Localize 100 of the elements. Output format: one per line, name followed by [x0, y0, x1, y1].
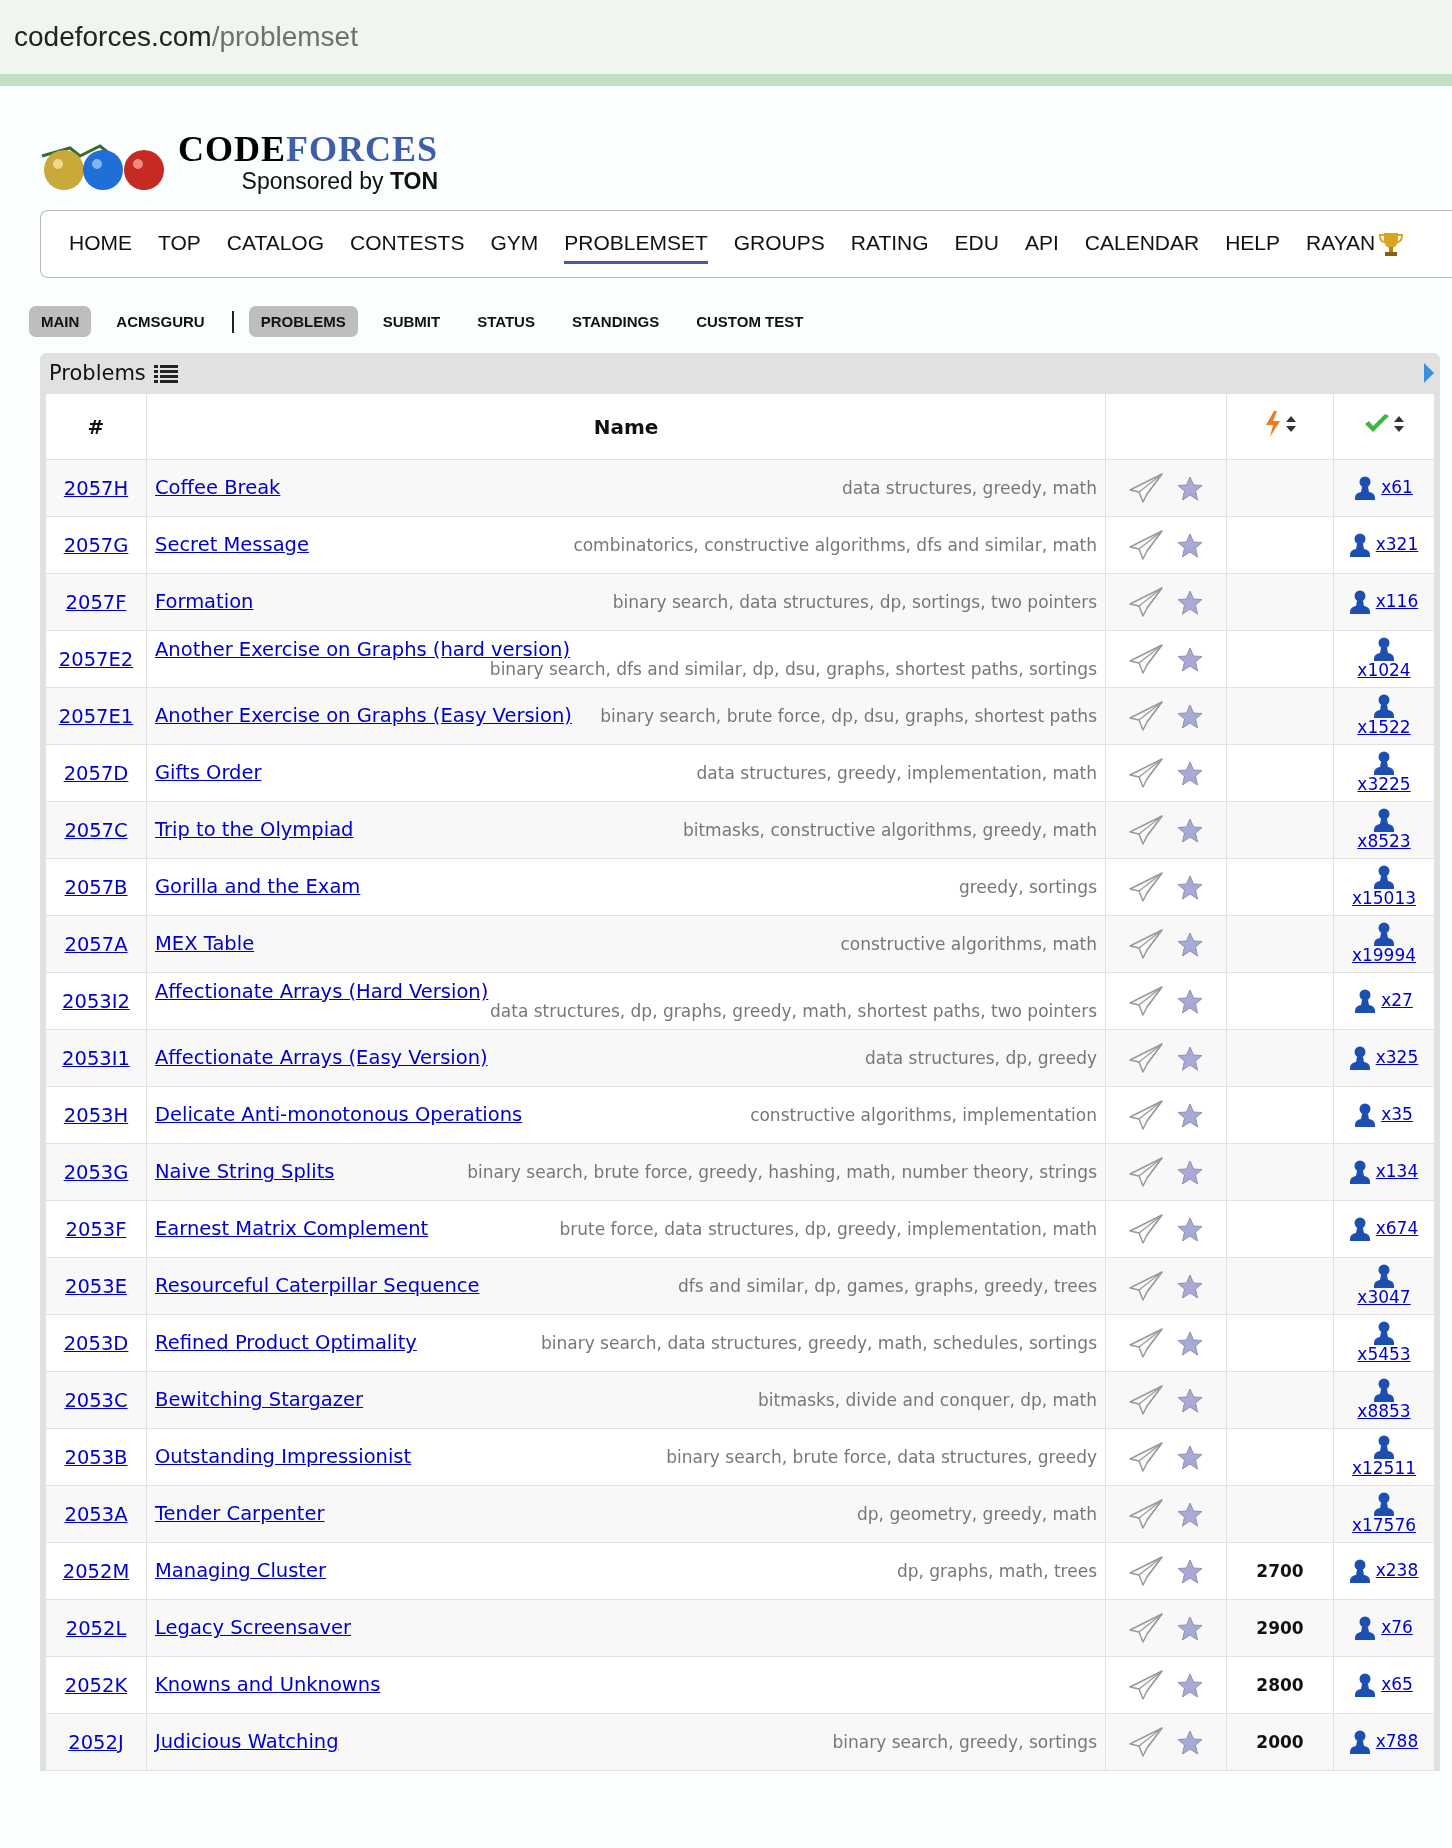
- menu-link[interactable]: GROUPS: [733, 224, 825, 264]
- list-icon[interactable]: [153, 363, 178, 383]
- problem-name-link[interactable]: Delicate Anti-monotonous Operations: [155, 1104, 523, 1126]
- problem-name-link[interactable]: Trip to the Olympiad: [155, 819, 354, 841]
- solved-count-link[interactable]: x325: [1375, 1048, 1419, 1068]
- menu-link[interactable]: HOME: [69, 224, 132, 264]
- problem-name-link[interactable]: Refined Product Optimality: [155, 1332, 417, 1354]
- problem-name-link[interactable]: Outstanding Impressionist: [155, 1446, 412, 1468]
- problem-name-link[interactable]: Secret Message: [155, 534, 309, 556]
- star-icon[interactable]: [1177, 532, 1203, 558]
- star-icon[interactable]: [1177, 1615, 1203, 1641]
- problem-name-link[interactable]: Earnest Matrix Complement: [155, 1218, 429, 1240]
- checkmark-icon[interactable]: [1364, 414, 1390, 434]
- problem-name-link[interactable]: Gorilla and the Exam: [155, 876, 361, 898]
- paper-plane-icon[interactable]: [1129, 1328, 1163, 1358]
- problem-name-link[interactable]: Another Exercise on Graphs (Easy Version): [155, 705, 572, 727]
- problem-name-link[interactable]: Gifts Order: [155, 762, 262, 784]
- solved-count-link[interactable]: x3225: [1357, 775, 1411, 795]
- problem-name-link[interactable]: Bewitching Stargazer: [155, 1389, 364, 1411]
- paper-plane-icon[interactable]: [1129, 1670, 1163, 1700]
- paper-plane-icon[interactable]: [1129, 587, 1163, 617]
- paper-plane-icon[interactable]: [1129, 701, 1163, 731]
- solved-count-link[interactable]: x788: [1375, 1732, 1419, 1752]
- paper-plane-icon[interactable]: [1129, 473, 1163, 503]
- star-icon[interactable]: [1177, 1672, 1203, 1698]
- problem-name-link[interactable]: Affectionate Arrays (Hard Version): [155, 980, 489, 1003]
- star-icon[interactable]: [1177, 817, 1203, 843]
- paper-plane-icon[interactable]: [1129, 1727, 1163, 1757]
- paper-plane-icon[interactable]: [1129, 1214, 1163, 1244]
- star-icon[interactable]: [1177, 760, 1203, 786]
- solved-count-link[interactable]: x3047: [1357, 1288, 1411, 1308]
- star-icon[interactable]: [1177, 703, 1203, 729]
- menu-link[interactable]: CALENDAR: [1084, 224, 1200, 264]
- solved-count-link[interactable]: x76: [1381, 1618, 1413, 1638]
- star-icon[interactable]: [1177, 1102, 1203, 1128]
- submenu-link[interactable]: MAIN: [29, 306, 92, 337]
- problem-name-link[interactable]: Managing Cluster: [155, 1560, 327, 1582]
- star-icon[interactable]: [1177, 1387, 1203, 1413]
- star-icon[interactable]: [1177, 1444, 1203, 1470]
- paper-plane-icon[interactable]: [1129, 1442, 1163, 1472]
- solved-count-link[interactable]: x238: [1375, 1561, 1419, 1581]
- solved-count-link[interactable]: x27: [1381, 991, 1413, 1011]
- paper-plane-icon[interactable]: [1129, 1613, 1163, 1643]
- star-icon[interactable]: [1177, 1558, 1203, 1584]
- paper-plane-icon[interactable]: [1129, 1100, 1163, 1130]
- problem-name-link[interactable]: Tender Carpenter: [155, 1503, 325, 1525]
- problem-name-link[interactable]: Formation: [155, 591, 254, 613]
- solved-count-link[interactable]: x116: [1375, 592, 1419, 612]
- star-icon[interactable]: [1177, 931, 1203, 957]
- submenu-link[interactable]: CUSTOM TEST: [684, 306, 816, 337]
- paper-plane-icon[interactable]: [1129, 1499, 1163, 1529]
- solved-count-link[interactable]: x674: [1375, 1219, 1419, 1239]
- paper-plane-icon[interactable]: [1129, 1556, 1163, 1586]
- star-icon[interactable]: [1177, 646, 1203, 672]
- star-icon[interactable]: [1177, 1159, 1203, 1185]
- star-icon[interactable]: [1177, 475, 1203, 501]
- solved-count-link[interactable]: x321: [1375, 535, 1419, 555]
- paper-plane-icon[interactable]: [1129, 929, 1163, 959]
- problem-name-link[interactable]: Naive String Splits: [155, 1161, 335, 1183]
- solved-count-link[interactable]: x134: [1375, 1162, 1419, 1182]
- submenu-link[interactable]: STATUS: [465, 306, 547, 337]
- menu-link[interactable]: HELP: [1225, 224, 1280, 264]
- solved-count-link[interactable]: x8853: [1357, 1402, 1411, 1422]
- paper-plane-icon[interactable]: [1129, 1271, 1163, 1301]
- submenu-link[interactable]: ACMSGURU: [104, 306, 217, 337]
- submenu-link[interactable]: SUBMIT: [370, 306, 453, 337]
- menu-link[interactable]: PROBLEMSET: [564, 224, 708, 264]
- paper-plane-icon[interactable]: [1129, 1043, 1163, 1073]
- menu-link[interactable]: RATING: [850, 224, 929, 264]
- star-icon[interactable]: [1177, 1273, 1203, 1299]
- paper-plane-icon[interactable]: [1129, 986, 1163, 1016]
- problem-name-link[interactable]: Resourceful Caterpillar Sequence: [155, 1275, 480, 1297]
- solved-count-link[interactable]: x61: [1381, 478, 1413, 498]
- problem-name-link[interactable]: MEX Table: [155, 933, 255, 955]
- menu-link[interactable]: GYM: [490, 224, 539, 264]
- menu-link[interactable]: CONTESTS: [350, 224, 465, 264]
- star-icon[interactable]: [1177, 1729, 1203, 1755]
- paper-plane-icon[interactable]: [1129, 758, 1163, 788]
- address-bar[interactable]: codeforces.com/problemset: [0, 0, 1452, 74]
- solved-count-link[interactable]: x1024: [1357, 661, 1411, 681]
- solved-count-link[interactable]: x65: [1381, 1675, 1413, 1695]
- problem-name-link[interactable]: Legacy Screensaver: [155, 1617, 351, 1639]
- problem-name-link[interactable]: Judicious Watching: [155, 1731, 339, 1753]
- solved-count-link[interactable]: x8523: [1357, 832, 1411, 852]
- logo-wordmark[interactable]: CODEFORCES: [178, 130, 439, 168]
- problem-name-link[interactable]: Coffee Break: [155, 477, 281, 499]
- submenu-link[interactable]: STANDINGS: [559, 306, 672, 337]
- menu-link[interactable]: CATALOG: [226, 224, 325, 264]
- problem-name-link[interactable]: Affectionate Arrays (Easy Version): [155, 1047, 488, 1069]
- star-icon[interactable]: [1177, 1216, 1203, 1242]
- menu-link[interactable]: RAYAN: [1306, 224, 1376, 264]
- menu-link[interactable]: TOP: [158, 224, 201, 264]
- menu-link[interactable]: API: [1024, 224, 1059, 264]
- right-arrow-icon[interactable]: [1423, 362, 1435, 384]
- star-icon[interactable]: [1177, 988, 1203, 1014]
- paper-plane-icon[interactable]: [1129, 815, 1163, 845]
- problem-name-link[interactable]: Another Exercise on Graphs (hard version): [155, 638, 571, 661]
- paper-plane-icon[interactable]: [1129, 530, 1163, 560]
- paper-plane-icon[interactable]: [1129, 644, 1163, 674]
- menu-link[interactable]: EDU: [954, 224, 999, 264]
